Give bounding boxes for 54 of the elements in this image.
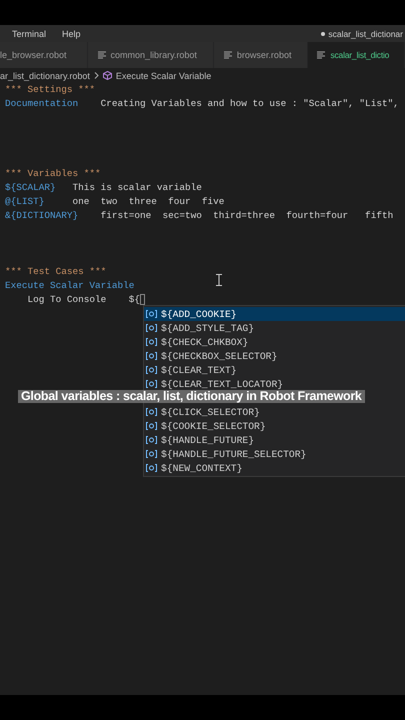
autocomplete-item[interactable]: ${HANDLE_FUTURE_SELECTOR} (144, 447, 405, 461)
section-header: *** Test Cases *** (5, 265, 106, 279)
variable-icon (146, 380, 157, 388)
section-header: *** Settings *** (5, 83, 96, 97)
autocomplete-item[interactable]: ${CLEAR_TEXT} (144, 363, 405, 377)
autocomplete-item[interactable]: ${ADD_COOKIE} (144, 307, 405, 321)
variable-icon (146, 310, 157, 318)
autocomplete-item[interactable]: ${ADD_STYLE_TAG} (144, 321, 405, 335)
menu-item[interactable]: Help (62, 28, 81, 38)
code-name: &{DICTIONARY} (5, 209, 78, 223)
video-caption: Global variables : scalar, list, dictionary in Robot Framework (18, 390, 365, 403)
variable-icon (146, 408, 157, 416)
autocomplete-item[interactable]: ${CHECKBOX_SELECTOR} (144, 349, 405, 363)
code-name: @{LIST} (5, 195, 44, 209)
code-name: Execute Scalar Variable (5, 279, 134, 293)
autocomplete-item[interactable]: ${CLEAR_TEXT_LOCATOR} (144, 377, 405, 391)
editor-tab[interactable]: le_browser.robot (0, 42, 87, 68)
file-icon (98, 51, 106, 59)
modified-dot (321, 32, 326, 36)
code-text: first=one sec=two third=three fourth=four fifth (100, 209, 394, 223)
section-header: *** Variables *** (5, 167, 101, 181)
editor-tab[interactable]: scalar_list_dictio (308, 42, 404, 68)
variable-icon (146, 464, 157, 472)
window-title: scalar_list_dictionar (328, 28, 403, 38)
editor-tab[interactable]: common_library.robot (88, 42, 213, 68)
autocomplete-item[interactable]: ${HANDLE_FUTURE} (144, 433, 405, 447)
code-text: one two three four five (72, 195, 224, 209)
autocomplete-item[interactable]: ${CHECK_CHKBOX} (144, 335, 405, 349)
text-cursor-icon (216, 274, 222, 286)
menu-item[interactable]: Terminal (12, 28, 46, 38)
variable-icon (146, 366, 157, 374)
variable-icon (146, 450, 157, 458)
variable-icon (146, 422, 157, 430)
code-text: This is scalar variable (72, 181, 202, 195)
file-icon (224, 51, 232, 59)
text-cursor (140, 294, 146, 305)
variable-icon (146, 338, 157, 346)
breadcrumb-item[interactable]: Execute Scalar Variable (116, 70, 212, 80)
autocomplete-item[interactable]: ${COOKIE_SELECTOR} (144, 419, 405, 433)
variable-icon (146, 436, 157, 444)
variable-icon (146, 352, 157, 360)
editor-tab[interactable]: browser.robot (214, 42, 308, 68)
code-name: Documentation (5, 97, 78, 111)
file-icon (317, 51, 326, 59)
code-name: ${SCALAR} (5, 181, 56, 195)
code-text: ${ (128, 293, 140, 307)
code-text: Log To Console (26, 293, 108, 307)
code-text: Creating Variables and how to use : "Scalar", "List", (100, 97, 399, 111)
autocomplete-item[interactable]: ${NEW_CONTEXT} (144, 461, 405, 475)
cube-icon (102, 71, 112, 80)
variable-icon (146, 324, 157, 332)
autocomplete-item[interactable]: ${CLICK_SELECTOR} (144, 405, 405, 419)
breadcrumb-item[interactable]: ar_list_dictionary.robot (0, 70, 90, 80)
chevron-icon (94, 72, 99, 79)
